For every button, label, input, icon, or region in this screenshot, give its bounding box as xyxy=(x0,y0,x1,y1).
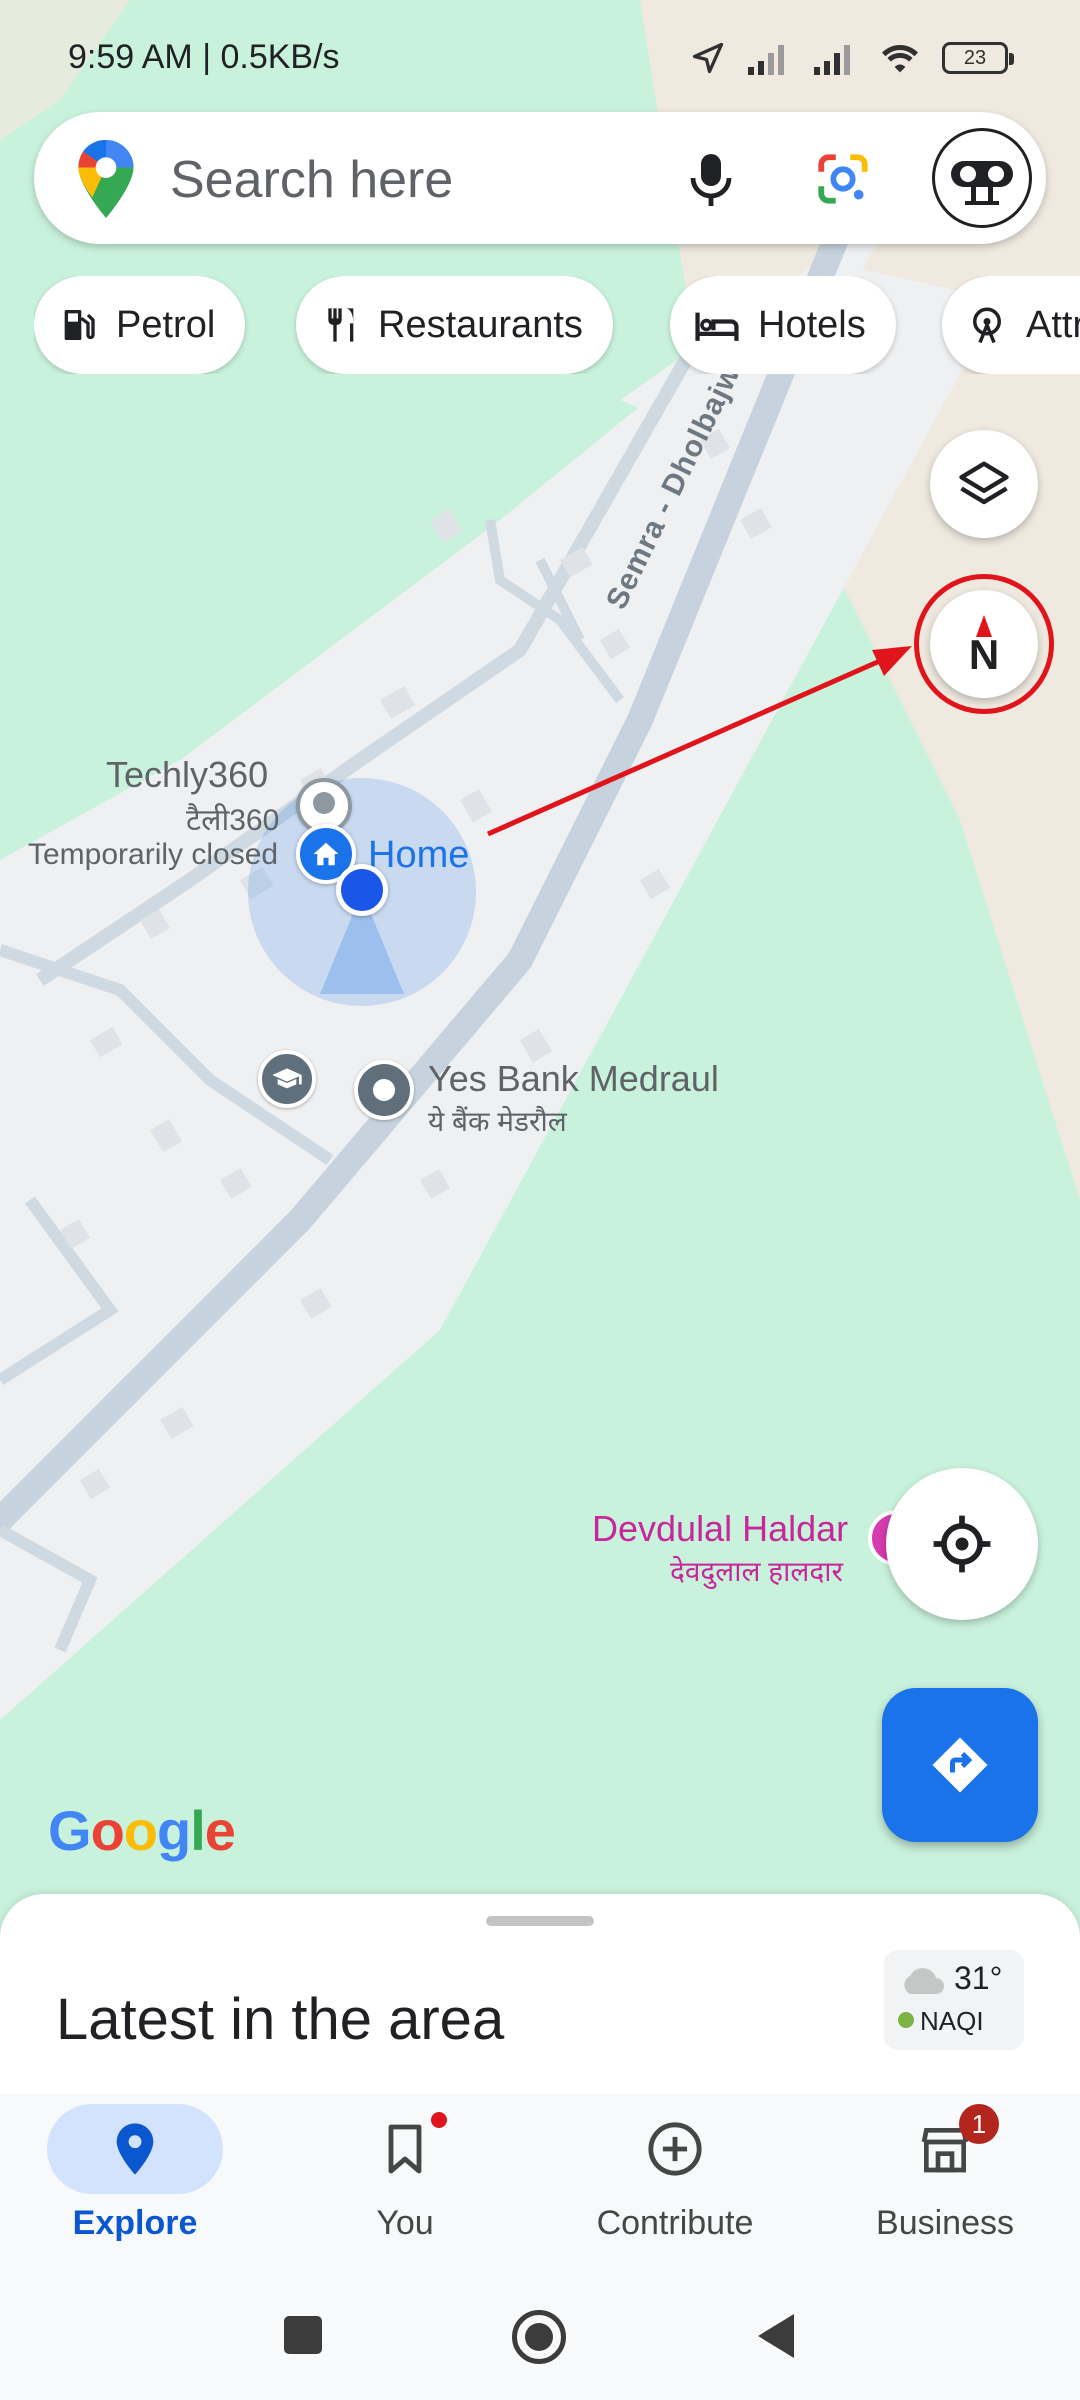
notification-dot xyxy=(431,2112,447,2128)
graduation-cap-icon xyxy=(272,1068,302,1089)
chip-label: Petrol xyxy=(116,303,216,346)
avatar-robot-icon xyxy=(951,161,1013,205)
fuel-pump-icon xyxy=(64,310,95,340)
avatar[interactable] xyxy=(932,128,1032,228)
chip-petrol[interactable]: Petrol xyxy=(34,276,246,374)
weather-temperature: 31° xyxy=(954,1960,1003,1996)
nav-business-pill: 1 xyxy=(857,2104,1033,2194)
yes-bank-pin[interactable] xyxy=(354,1060,414,1120)
google-logo: Google xyxy=(48,1799,236,1862)
chip-hotels[interactable]: Hotels xyxy=(670,276,896,374)
wifi-icon xyxy=(882,45,918,73)
directions-button[interactable] xyxy=(882,1688,1038,1842)
devdulal-label-local: देवदुलाल हालदार xyxy=(670,1556,843,1587)
devdulal-label[interactable]: Devdulal Haldar xyxy=(592,1508,848,1550)
chip-label: Restaurants xyxy=(378,303,583,346)
notification-badge: 1 xyxy=(959,2104,999,2144)
nav-explore[interactable]: Explore xyxy=(0,2094,270,2274)
status-icons: 23 xyxy=(690,36,1014,80)
search-input[interactable]: Search here xyxy=(170,150,453,210)
status-time: 9:59 AM | 0.5KB/s xyxy=(68,38,340,76)
system-navigation-bar xyxy=(0,2274,1080,2400)
chip-label: Attractions xyxy=(1026,303,1080,346)
home-button-dot xyxy=(525,2323,553,2351)
signal-icon xyxy=(748,45,784,75)
add-circle-icon xyxy=(648,2122,702,2176)
weather-widget[interactable]: 31° NAQI xyxy=(884,1950,1024,2050)
fork-knife-icon xyxy=(328,308,354,342)
bookmark-icon xyxy=(388,2124,422,2174)
nav-label: Business xyxy=(876,2204,1014,2242)
nav-you-pill xyxy=(317,2104,493,2194)
air-quality-label: NAQI xyxy=(920,2006,984,2036)
directions-icon xyxy=(932,1737,988,1793)
back-icon[interactable] xyxy=(754,2312,798,2360)
bed-icon xyxy=(695,312,739,341)
chip-label: Hotels xyxy=(758,303,866,346)
school-pin[interactable] xyxy=(258,1050,316,1108)
chip-attractions[interactable]: Attractions xyxy=(942,276,1080,374)
sheet-title: Latest in the area xyxy=(56,1987,505,2052)
location-pin-icon xyxy=(116,2123,154,2175)
signal-icon xyxy=(814,45,850,75)
sheet-drag-handle[interactable] xyxy=(486,1916,594,1926)
layers-button[interactable] xyxy=(930,430,1038,538)
navigation-arrow-icon xyxy=(692,42,724,74)
nav-contribute[interactable]: Contribute xyxy=(540,2094,810,2274)
yes-bank-name[interactable]: Yes Bank Medraul xyxy=(428,1058,719,1100)
maps-pin-logo-icon xyxy=(78,140,134,218)
battery-icon: 23 xyxy=(942,42,1014,74)
google-lens-icon[interactable] xyxy=(814,150,872,208)
place-dot-icon xyxy=(313,792,335,814)
air-quality-dot xyxy=(898,2012,914,2028)
home-label[interactable]: Home xyxy=(368,834,469,877)
techly-name[interactable]: Techly360 xyxy=(106,754,268,796)
category-chips: Petrol Restaurants Hotels Attractions xyxy=(34,276,1080,374)
layers-icon xyxy=(959,461,1009,505)
microphone-icon[interactable] xyxy=(686,152,736,208)
home-button[interactable] xyxy=(512,2310,566,2364)
crosshair-icon xyxy=(933,1515,991,1573)
nav-you[interactable]: You xyxy=(270,2094,540,2274)
chip-restaurants[interactable]: Restaurants xyxy=(296,276,613,374)
current-location-dot xyxy=(336,864,388,916)
techly-name-local: टैली360 xyxy=(186,804,280,837)
my-location-button[interactable] xyxy=(886,1468,1038,1620)
nav-label: Contribute xyxy=(596,2204,754,2242)
nav-business[interactable]: 1 Business xyxy=(810,2094,1080,2274)
ferris-wheel-icon xyxy=(973,307,1001,344)
home-icon xyxy=(313,842,339,866)
recents-button[interactable] xyxy=(284,2316,322,2354)
techly-status: Temporarily closed xyxy=(28,838,279,871)
bottom-sheet[interactable]: Latest in the area 31° NAQI xyxy=(0,1894,1080,2094)
cloud-icon xyxy=(904,1968,944,1994)
status-bar: 9:59 AM | 0.5KB/s 23 xyxy=(0,0,1080,120)
yes-bank-name-local: ये बैंक मेडरौल xyxy=(428,1106,567,1137)
bottom-navigation: Explore You Contribute 1 Business xyxy=(0,2094,1080,2274)
compass-button[interactable]: N xyxy=(930,590,1038,698)
nav-explore-pill xyxy=(47,2104,223,2194)
compass-label: N xyxy=(968,631,1000,678)
nav-label: Explore xyxy=(72,2204,198,2242)
place-dot-icon xyxy=(373,1079,395,1101)
nav-contribute-pill xyxy=(587,2104,763,2194)
nav-label: You xyxy=(376,2204,434,2242)
search-bar[interactable]: Search here xyxy=(34,112,1046,244)
